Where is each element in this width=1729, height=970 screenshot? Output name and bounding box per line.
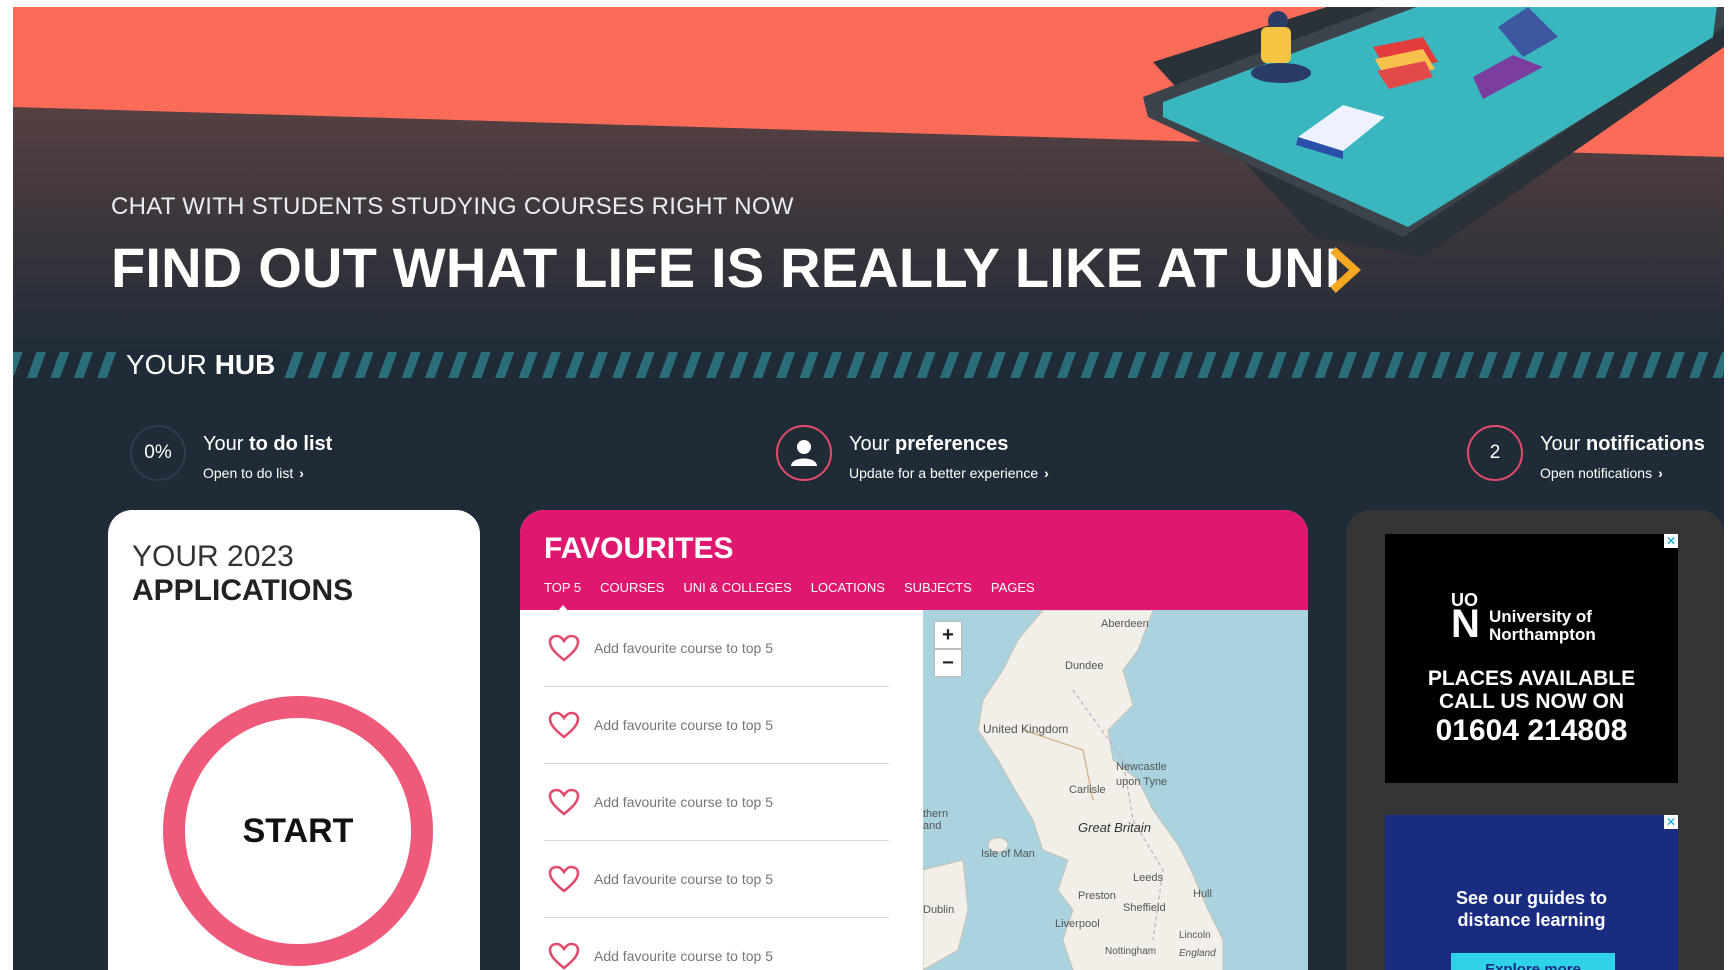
applications-year: YOUR 2023	[132, 540, 294, 573]
hub-heading: YOUR HUB	[116, 349, 286, 381]
heart-icon	[548, 942, 580, 970]
ad-places-available: PLACES AVAILABLE	[1427, 667, 1636, 690]
user-icon	[791, 440, 817, 466]
list-item-label: Add favourite course to top 5	[594, 717, 773, 733]
map-label-aberdeen: Aberdeen	[1101, 618, 1149, 630]
preferences-link[interactable]: Update for a better experience ›	[849, 465, 1049, 481]
tab-top-5[interactable]: TOP 5	[544, 580, 581, 613]
map-label-leeds: Leeds	[1133, 872, 1163, 884]
favourites-header: FAVOURITES TOP 5 COURSES UNI & COLLEGES …	[520, 510, 1308, 613]
hero-background	[13, 7, 1724, 357]
list-item[interactable]: Add favourite course to top 5	[544, 841, 889, 918]
ad-distance-text: See our guides to distance learning	[1455, 888, 1608, 930]
explore-more-button[interactable]: Explore more	[1451, 953, 1615, 970]
ad-call-us: CALL US NOW ON	[1438, 690, 1625, 713]
favourites-list: Add favourite course to top 5 Add favour…	[544, 610, 889, 970]
hub-heading-bold: HUB	[214, 349, 276, 380]
map-label-liverpool: Liverpool	[1055, 918, 1100, 930]
applications-heading: APPLICATIONS	[132, 574, 354, 607]
favourites-map[interactable]: + − Aberdeen Dundee United Kingdom Newca…	[923, 610, 1308, 970]
hub-heading-prefix: YOUR	[126, 349, 207, 380]
list-item-label: Add favourite course to top 5	[594, 871, 773, 887]
map-label-nottingham: Nottingham	[1105, 946, 1157, 957]
start-button[interactable]: START	[163, 696, 433, 966]
hero-title[interactable]: FIND OUT WHAT LIFE IS REALLY LIKE AT UNI	[111, 235, 1341, 300]
ad-northampton[interactable]: ✕ UO N University of Northampton PLACES …	[1385, 534, 1678, 783]
map-zoom-out-button[interactable]: −	[934, 649, 962, 677]
list-item-label: Add favourite course to top 5	[594, 794, 773, 810]
logo-university-name: University of Northampton	[1489, 607, 1596, 644]
preferences-title: Your preferences	[849, 433, 1008, 456]
notifications-link[interactable]: Open notifications ›	[1540, 465, 1663, 481]
tab-uni-colleges[interactable]: UNI & COLLEGES	[683, 580, 791, 595]
map-land	[923, 610, 1224, 970]
preferences-circle	[776, 425, 832, 481]
hero-eyebrow: CHAT WITH STUDENTS STUDYING COURSES RIGH…	[111, 193, 794, 220]
map-label-newcastle: Newcastle	[1116, 761, 1167, 773]
favourites-card: FAVOURITES TOP 5 COURSES UNI & COLLEGES …	[520, 510, 1308, 970]
map-label-hull: Hull	[1193, 888, 1212, 900]
todo-title-prefix: Your	[203, 433, 244, 455]
ad-distance-learning[interactable]: ✕ See our guides to distance learning Ex…	[1385, 815, 1678, 970]
list-item[interactable]: Add favourite course to top 5	[544, 687, 889, 764]
map-label-northern-ireland: thern and	[923, 808, 949, 832]
heart-icon	[548, 711, 580, 739]
ad-phone-number: 01604 214808	[1435, 714, 1628, 747]
list-item-label: Add favourite course to top 5	[594, 948, 773, 964]
heart-icon	[548, 865, 580, 893]
chevron-right-icon: ›	[1658, 465, 1663, 481]
map-label-great-britain: Great Britain	[1078, 820, 1151, 835]
notifications-link-text: Open notifications	[1540, 465, 1653, 481]
favourites-tabs: TOP 5 COURSES UNI & COLLEGES LOCATIONS S…	[544, 580, 1035, 613]
preferences-title-bold: preferences	[894, 433, 1009, 455]
tab-pages[interactable]: PAGES	[991, 580, 1035, 595]
map-zoom-in-button[interactable]: +	[934, 621, 962, 649]
tab-subjects[interactable]: SUBJECTS	[904, 580, 972, 595]
map-label-lincoln: Lincoln	[1179, 930, 1211, 941]
map-label-dundee: Dundee	[1065, 660, 1104, 672]
todo-title-bold: to do list	[248, 433, 333, 455]
map-label-preston: Preston	[1078, 890, 1116, 902]
todo-link[interactable]: Open to do list ›	[203, 465, 304, 481]
notifications-title-prefix: Your	[1540, 433, 1581, 455]
close-icon[interactable]: ✕	[1664, 815, 1678, 829]
applications-card: YOUR 2023 APPLICATIONS START	[108, 510, 480, 970]
close-icon[interactable]: ✕	[1664, 534, 1678, 548]
heart-icon	[548, 788, 580, 816]
notifications-title: Your notifications	[1540, 433, 1705, 456]
map-label-dublin: Dublin	[923, 904, 955, 916]
todo-progress-circle: 0%	[130, 425, 186, 481]
heart-icon	[548, 634, 580, 662]
page-frame: CHAT WITH STUDENTS STUDYING COURSES RIGH…	[13, 7, 1724, 970]
list-item[interactable]: Add favourite course to top 5	[544, 764, 889, 841]
todo-title: Your to do list	[203, 433, 332, 456]
map-label-upon-tyne: upon Tyne	[1116, 776, 1168, 788]
notifications-title-bold: notifications	[1585, 433, 1705, 455]
favourites-title: FAVOURITES	[544, 532, 734, 565]
chevron-right-icon[interactable]	[1325, 245, 1365, 295]
list-item[interactable]: Add favourite course to top 5	[544, 918, 889, 970]
map-label-isle-of-man: Isle of Man	[981, 848, 1035, 860]
notifications-count-circle: 2	[1467, 425, 1523, 481]
map-label-carlisle: Carlisle	[1069, 784, 1106, 796]
logo-n-text: N	[1451, 602, 1480, 646]
map-label-sheffield: Sheffield	[1123, 902, 1166, 914]
list-item[interactable]: Add favourite course to top 5	[544, 610, 889, 687]
preferences-title-prefix: Your	[849, 433, 890, 455]
hero-banner[interactable]: CHAT WITH STUDENTS STUDYING COURSES RIGH…	[13, 7, 1724, 357]
map-label-uk: United Kingdom	[983, 722, 1069, 736]
ads-panel: ✕ UO N University of Northampton PLACES …	[1346, 510, 1724, 970]
map-label-england: England	[1179, 948, 1216, 959]
tab-courses[interactable]: COURSES	[600, 580, 664, 595]
tab-locations[interactable]: LOCATIONS	[811, 580, 885, 595]
chevron-right-icon: ›	[1044, 465, 1049, 481]
preferences-link-text: Update for a better experience	[849, 465, 1039, 481]
list-item-label: Add favourite course to top 5	[594, 640, 773, 656]
chevron-right-icon: ›	[299, 465, 304, 481]
todo-link-text: Open to do list	[203, 465, 294, 481]
